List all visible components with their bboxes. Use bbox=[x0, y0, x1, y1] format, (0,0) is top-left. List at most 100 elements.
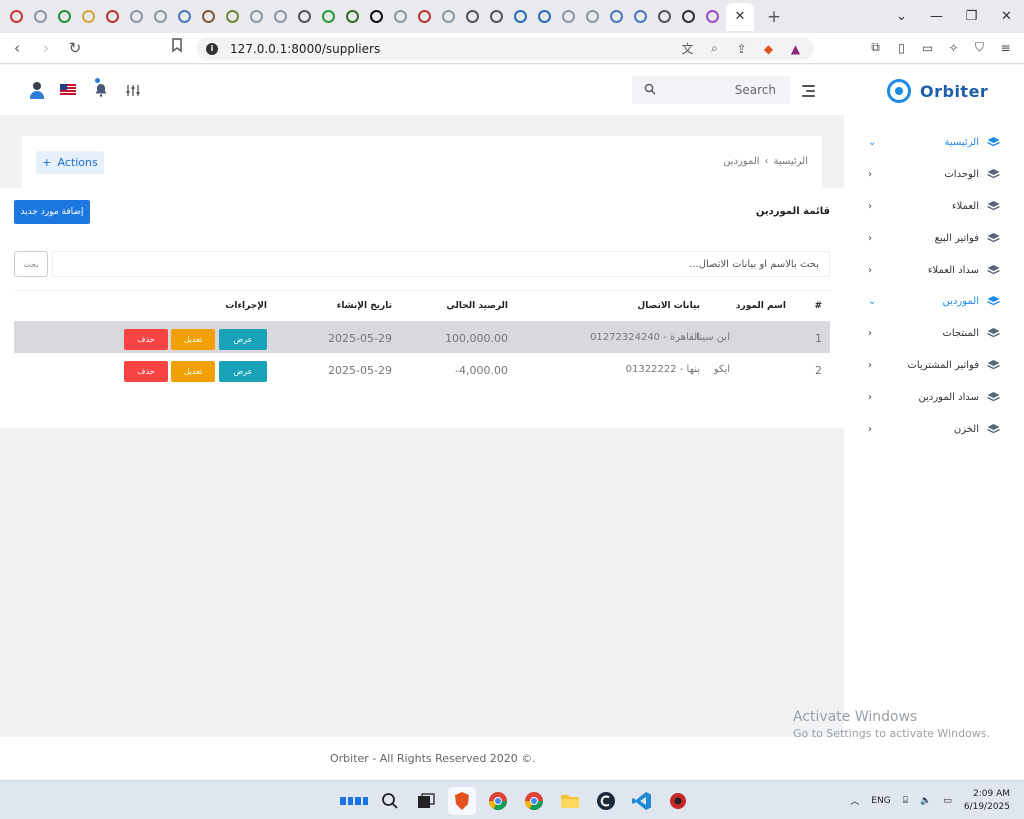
supplier-search-input[interactable] bbox=[52, 251, 830, 277]
tab-favicon[interactable] bbox=[652, 5, 676, 29]
brave-browser-icon[interactable] bbox=[448, 787, 476, 815]
tab-favicon[interactable] bbox=[28, 5, 52, 29]
edit-button[interactable]: تعديل bbox=[171, 329, 215, 350]
tab-favicon[interactable] bbox=[532, 5, 556, 29]
tab-favicon[interactable] bbox=[676, 5, 700, 29]
vscode-icon[interactable] bbox=[628, 787, 656, 815]
tab-favicon[interactable] bbox=[604, 5, 628, 29]
tab-favicon[interactable] bbox=[556, 5, 580, 29]
tab-favicon[interactable] bbox=[172, 5, 196, 29]
tab-favicon[interactable] bbox=[268, 5, 292, 29]
translate-icon[interactable]: 文 bbox=[679, 40, 696, 57]
tab-favicon[interactable] bbox=[52, 5, 76, 29]
site-info-icon[interactable]: i bbox=[206, 42, 218, 55]
sidebar-item-products[interactable]: › المنتجات bbox=[844, 319, 1024, 347]
tab-favicon[interactable] bbox=[100, 5, 124, 29]
sidebar-item-customers[interactable]: › العملاء bbox=[844, 192, 1024, 220]
avatar[interactable] bbox=[28, 81, 46, 99]
tab-favicon[interactable] bbox=[4, 5, 28, 29]
tab-favicon[interactable] bbox=[316, 5, 340, 29]
tray-chevron-up-icon[interactable]: ︿ bbox=[850, 794, 859, 807]
app-c-icon[interactable] bbox=[592, 787, 620, 815]
chrome-profile-icon[interactable] bbox=[484, 787, 512, 815]
delete-button[interactable]: حذف bbox=[124, 329, 168, 350]
tab-favicon[interactable] bbox=[700, 5, 724, 29]
language-indicator[interactable]: ENG bbox=[871, 796, 890, 806]
vpn-icon[interactable]: ⛉ bbox=[971, 39, 988, 56]
tab-favicon[interactable] bbox=[412, 5, 436, 29]
app-red-icon[interactable] bbox=[664, 787, 692, 815]
sidebar-item-home[interactable]: ⌄ الرئيسية bbox=[844, 128, 1024, 156]
tab-favicon[interactable] bbox=[292, 5, 316, 29]
contact-phone: 01272324240 bbox=[590, 332, 661, 343]
sidebar-item-suppliers[interactable]: ⌄ الموردين bbox=[844, 287, 1024, 315]
tab-favicon[interactable] bbox=[340, 5, 364, 29]
sidebar-toggle-icon[interactable] bbox=[802, 85, 815, 100]
sidebar-item-treasury[interactable]: › الخزن bbox=[844, 415, 1024, 443]
edit-button[interactable]: تعديل bbox=[171, 361, 215, 382]
chrome-icon[interactable] bbox=[520, 787, 548, 815]
sidebar-item-sales-invoices[interactable]: › فواتير البيع bbox=[844, 224, 1024, 252]
restore-icon[interactable]: ❐ bbox=[954, 0, 989, 33]
forward-icon[interactable]: › bbox=[34, 36, 58, 60]
tab-favicon[interactable] bbox=[220, 5, 244, 29]
sidebar-item-supplier-payments[interactable]: › سداد الموردين bbox=[844, 383, 1024, 411]
back-icon[interactable]: ‹ bbox=[5, 36, 29, 60]
windows-start-icon[interactable] bbox=[340, 787, 368, 815]
wallet-icon[interactable]: ▭ bbox=[919, 39, 936, 56]
tab-search-chevron-icon[interactable]: ⌄ bbox=[884, 0, 919, 33]
reload-icon[interactable]: ↻ bbox=[63, 36, 87, 60]
tab-favicon[interactable] bbox=[484, 5, 508, 29]
tab-favicon[interactable] bbox=[364, 5, 388, 29]
minimize-icon[interactable]: — bbox=[919, 0, 954, 33]
search-icon[interactable] bbox=[376, 787, 404, 815]
us-flag-icon[interactable] bbox=[60, 84, 76, 96]
brand-logo[interactable]: Orbiter bbox=[887, 79, 988, 103]
chevron-right-icon: › bbox=[868, 232, 872, 244]
menu-icon[interactable]: ≡ bbox=[997, 39, 1014, 56]
tab-favicon[interactable] bbox=[388, 5, 412, 29]
tab-close-button[interactable]: ✕ bbox=[726, 2, 754, 31]
tab-favicon[interactable] bbox=[124, 5, 148, 29]
tab-favicon[interactable] bbox=[244, 5, 268, 29]
brave-rewards-icon[interactable]: ▲ bbox=[787, 40, 804, 57]
settings-sliders-icon[interactable] bbox=[124, 81, 142, 99]
sidebar-item-units[interactable]: › الوحدات bbox=[844, 160, 1024, 188]
sidebar-item-label: الموردين bbox=[942, 295, 979, 307]
bell-icon[interactable] bbox=[92, 81, 110, 99]
brave-shield-icon[interactable]: ◆ bbox=[760, 40, 777, 57]
clock[interactable]: 2:09 AM 6/19/2025 bbox=[964, 788, 1010, 814]
extensions-icon[interactable]: ⧉ bbox=[867, 39, 884, 56]
network-icon[interactable]: ⌸ bbox=[903, 796, 908, 806]
sidebar-item-customer-payments[interactable]: › سداد العملاء bbox=[844, 256, 1024, 284]
supplier-balance: -4,000.00 bbox=[455, 364, 508, 377]
share-icon[interactable]: ⇪ bbox=[733, 40, 750, 57]
view-button[interactable]: عرض bbox=[219, 361, 267, 382]
tab-favicon[interactable] bbox=[460, 5, 484, 29]
tab-favicon[interactable] bbox=[76, 5, 100, 29]
tab-favicon[interactable] bbox=[628, 5, 652, 29]
actions-button[interactable]: + Actions bbox=[36, 151, 104, 174]
battery-icon[interactable]: ▭ bbox=[943, 796, 952, 806]
leo-ai-icon[interactable]: ✧ bbox=[945, 39, 962, 56]
file-explorer-icon[interactable] bbox=[556, 787, 584, 815]
tab-favicon[interactable] bbox=[580, 5, 604, 29]
window-close-icon[interactable]: ✕ bbox=[989, 0, 1024, 33]
view-button[interactable]: عرض bbox=[219, 329, 267, 350]
tab-favicon[interactable] bbox=[508, 5, 532, 29]
sidebar-item-purchase-invoices[interactable]: › فواتير المشتريات bbox=[844, 351, 1024, 379]
sidebar-panel-icon[interactable]: ▯ bbox=[893, 39, 910, 56]
delete-button[interactable]: حذف bbox=[124, 361, 168, 382]
tab-favicon[interactable] bbox=[436, 5, 460, 29]
address-bar[interactable]: i 127.0.0.1:8000/suppliers 文 ⌕ ⇪ ◆ ▲ bbox=[196, 37, 814, 60]
tab-favicon[interactable] bbox=[148, 5, 172, 29]
search-button[interactable]: بحث bbox=[14, 251, 48, 277]
add-supplier-button[interactable]: إضافة مورد جديد bbox=[14, 200, 90, 224]
tab-favicon[interactable] bbox=[196, 5, 220, 29]
volume-icon[interactable]: 🔈 bbox=[920, 796, 931, 806]
zoom-icon[interactable]: ⌕ bbox=[706, 40, 723, 57]
bookmark-icon[interactable] bbox=[170, 37, 184, 56]
breadcrumb-home[interactable]: الرئيسية bbox=[774, 156, 808, 167]
new-tab-button[interactable]: + bbox=[760, 5, 788, 29]
task-view-icon[interactable] bbox=[412, 787, 440, 815]
